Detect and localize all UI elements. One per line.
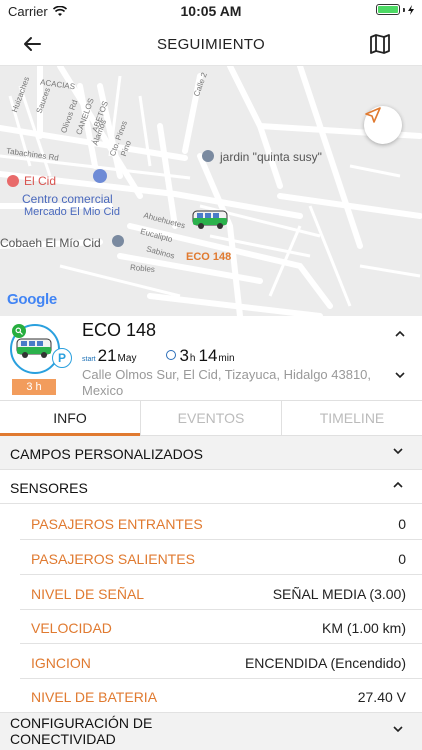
navigation-bar: SEGUIMIENTO — [0, 22, 422, 66]
sensor-name: PASAJEROS SALIENTES — [31, 551, 195, 567]
chevron-down-icon — [393, 448, 403, 455]
minutes-unit: min — [218, 353, 235, 364]
clock-icon — [166, 350, 177, 360]
poi-mall-line1[interactable]: Centro comercial — [22, 192, 113, 206]
status-bar: Carrier 10:05 AM — [0, 0, 422, 22]
chevron-up-icon — [393, 481, 403, 488]
sensor-row: VELOCIDAD KM (1.00 km) — [20, 609, 422, 644]
sensor-name: VELOCIDAD — [31, 620, 112, 636]
parking-badge: P — [52, 348, 72, 368]
sensor-value: ENCENDIDA (Encendido) — [244, 655, 406, 671]
map-icon[interactable] — [368, 32, 392, 56]
section-label: CAMPOS PERSONALIZADOS — [10, 446, 203, 462]
start-label: start — [82, 356, 96, 363]
tab-info[interactable]: INFO — [0, 401, 141, 436]
chevron-up-icon[interactable] — [394, 330, 406, 338]
section-connectivity[interactable]: CONFIGURACIÓN DE CONECTIVIDAD — [0, 712, 422, 750]
sensor-row: PASAJEROS SALIENTES 0 — [20, 540, 422, 575]
section-custom-fields[interactable]: CAMPOS PERSONALIZADOS — [0, 436, 422, 470]
time-badge: 3 h — [12, 379, 56, 395]
clock-time: 10:05 AM — [180, 3, 242, 19]
sensor-name: PASAJEROS ENTRANTES — [31, 516, 203, 532]
vehicle-name: ECO 148 — [82, 320, 157, 340]
sensor-row: NIVEL DE SEÑAL SEÑAL MEDIA (3.00) — [20, 575, 422, 610]
locate-button[interactable] — [364, 106, 402, 144]
sensor-row: NIVEL DE BATERIA 27.40 V — [20, 678, 422, 713]
tab-eventos[interactable]: EVENTOS — [141, 401, 282, 435]
vehicle-card[interactable]: P 3 h ECO 148 start 21 May 3 h 14 min Ca… — [0, 316, 422, 400]
sensor-row: PASAJEROS ENTRANTES 0 — [20, 505, 422, 540]
sensor-value: 0 — [398, 516, 406, 532]
vehicle-address: Calle Olmos Sur, El Cid, Tizayuca, Hidal… — [82, 367, 372, 398]
battery-icon — [376, 4, 400, 15]
google-wordmark: Google — [7, 291, 57, 308]
hours-unit: h — [189, 353, 196, 364]
section-label: SENSORES — [10, 480, 88, 496]
vehicle-map-label[interactable]: ECO 148 — [186, 251, 231, 263]
start-month: May — [117, 353, 137, 364]
sensor-value: 0 — [398, 551, 406, 567]
charging-bolt-icon — [408, 4, 414, 15]
google-logo: Google — [7, 291, 57, 308]
tab-bar: INFO EVENTOS TIMELINE — [0, 400, 422, 436]
map-roads — [0, 66, 422, 316]
bus-icon — [16, 338, 52, 358]
map-view[interactable]: ACACIAS Huizaches Sauces Olivos Rd CANEL… — [0, 66, 422, 316]
sensor-name: NIVEL DE BATERIA — [31, 689, 158, 705]
sensor-value: KM (1.00 km) — [321, 620, 406, 636]
sensor-row: IGNCION ENCENDIDA (Encendido) — [20, 644, 422, 679]
duration-hours: 3 — [179, 346, 189, 365]
sensor-name: IGNCION — [31, 655, 91, 671]
poi-garden[interactable]: jardin "quinta susy" — [220, 150, 322, 164]
zoom-icon[interactable] — [12, 324, 26, 338]
section-sensors[interactable]: SENSORES — [0, 470, 422, 504]
tab-timeline[interactable]: TIMELINE — [282, 401, 422, 435]
trip-meta: start 21 May 3 h 14 min — [82, 346, 235, 366]
sensor-name: NIVEL DE SEÑAL — [31, 586, 145, 602]
sensor-value: 27.40 V — [357, 689, 406, 705]
battery-indicator — [376, 4, 414, 15]
duration-minutes: 14 — [198, 346, 218, 365]
chevron-down-icon[interactable] — [394, 371, 406, 379]
poi-el-cid[interactable]: El Cid — [24, 174, 56, 188]
page-title: SEGUIMIENTO — [156, 36, 266, 53]
navigation-arrow-icon — [365, 107, 381, 123]
start-day: 21 — [97, 346, 117, 365]
sensor-value: SEÑAL MEDIA (3.00) — [272, 586, 406, 602]
poi-mall-line2[interactable]: Mercado El Mio Cid — [24, 206, 120, 218]
chevron-down-icon — [393, 726, 403, 733]
poi-school[interactable]: Cobaeh El Mío Cid — [0, 236, 101, 250]
section-label: CONFIGURACIÓN DE CONECTIVIDAD — [10, 715, 153, 747]
